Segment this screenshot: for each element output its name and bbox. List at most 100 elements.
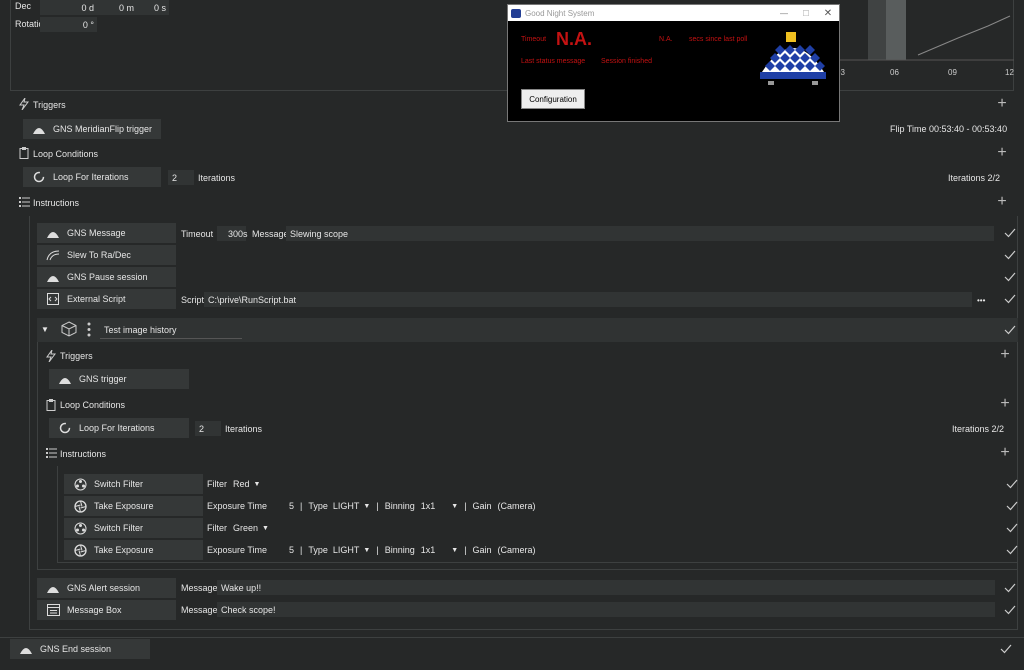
inner-right-border <box>1017 342 1018 570</box>
alert-message-input[interactable]: Wake up!! <box>217 580 995 595</box>
dome-foot-left <box>768 81 774 85</box>
lightning-icon <box>46 350 56 362</box>
script-path-input[interactable]: C:\prive\RunScript.bat <box>204 292 972 307</box>
aperture-icon <box>72 543 88 557</box>
gain-label: Gain <box>472 545 492 555</box>
separator: | <box>464 501 467 511</box>
slew-to-radec-item[interactable]: Slew To Ra/Dec <box>37 245 176 265</box>
filter-select[interactable]: Green ▼ <box>233 523 269 533</box>
trigger-name: GNS MeridianFlip trigger <box>53 124 153 134</box>
instruction-name: Switch Filter <box>94 523 144 533</box>
last-status-label: Last status message <box>521 58 586 65</box>
timeout-unit: s <box>243 229 248 239</box>
gns-end-session-item[interactable]: GNS End session <box>10 639 150 659</box>
inner-loop-count-input[interactable]: 2 <box>195 421 221 436</box>
timeout-value: N.A. <box>556 29 592 49</box>
close-icon[interactable]: ✕ <box>817 8 839 19</box>
type-label: Type <box>308 545 328 555</box>
app-icon <box>511 8 521 18</box>
container-title[interactable]: Test image history <box>104 325 177 335</box>
dome-base <box>760 72 826 79</box>
minimize-icon[interactable]: — <box>773 9 795 18</box>
check-icon <box>1004 604 1016 616</box>
external-script-item[interactable]: External Script <box>37 289 176 309</box>
chevron-down-icon: ▼ <box>363 502 371 510</box>
add-instruction-button[interactable]: + <box>996 194 1008 210</box>
gns-meridianflip-trigger-item[interactable]: GNS MeridianFlip trigger <box>23 119 161 139</box>
cube-icon <box>61 321 77 337</box>
check-icon <box>1004 582 1016 594</box>
message-field-label: Message <box>252 229 289 239</box>
filter-select[interactable]: Red ▼ <box>233 479 260 489</box>
switch-filter-item[interactable]: Switch Filter <box>64 518 203 538</box>
binning-select-value: 1x1 <box>420 501 436 511</box>
separator: | <box>300 545 303 555</box>
gain-input[interactable]: (Camera) <box>498 545 536 555</box>
good-night-system-dialog[interactable]: Good Night System — ☐ ✕ Timeout N.A. N.A… <box>507 4 840 122</box>
rotation-field[interactable]: 0 ° <box>40 17 97 32</box>
inner-instructions-bottom-border <box>57 562 1018 563</box>
inner-loop-for-iterations-item[interactable]: Loop For Iterations <box>49 418 189 438</box>
add-trigger-button[interactable]: + <box>996 96 1008 112</box>
separator: | <box>376 501 379 511</box>
gain-label: Gain <box>472 501 492 511</box>
gns-trigger-item[interactable]: GNS trigger <box>49 369 189 389</box>
chevron-down-icon: ▼ <box>253 480 261 488</box>
message-box-item[interactable]: Message Box <box>37 600 176 620</box>
add-condition-button[interactable]: + <box>996 145 1008 161</box>
check-icon <box>1006 478 1018 490</box>
filter-wheel-icon <box>72 522 88 534</box>
binning-select[interactable]: 1x1 ▼ <box>421 501 458 511</box>
dec-degrees-field[interactable]: 0 d <box>40 0 97 15</box>
collapse-icon[interactable]: ▼ <box>41 325 49 334</box>
binning-select[interactable]: 1x1 ▼ <box>421 545 458 555</box>
exposure-time-label: Exposure Time <box>207 545 268 555</box>
filter-select-value: Red <box>233 479 250 489</box>
instruction-name: Take Exposure <box>94 501 154 511</box>
take-exposure-item[interactable]: Take Exposure <box>64 496 203 516</box>
add-inner-condition-button[interactable]: + <box>999 396 1011 412</box>
loop-count-input[interactable]: 2 <box>168 170 194 185</box>
observatory-dome-icon <box>31 123 47 135</box>
type-select[interactable]: LIGHT ▼ <box>333 545 370 555</box>
exposure-time-input[interactable]: 5 <box>289 501 294 511</box>
browse-script-button[interactable]: ••• <box>977 296 985 305</box>
gns-pause-session-item[interactable]: GNS Pause session <box>37 267 176 287</box>
type-select-value: LIGHT <box>332 501 360 511</box>
filter-label: Filter <box>207 479 227 489</box>
gns-alert-session-item[interactable]: GNS Alert session <box>37 578 176 598</box>
check-icon <box>1004 227 1016 239</box>
configuration-button[interactable]: Configuration <box>521 89 585 109</box>
drag-handle-icon[interactable] <box>87 322 91 337</box>
switch-filter-item[interactable]: Switch Filter <box>64 474 203 494</box>
inner-instructions-left-border <box>57 466 58 563</box>
loop-for-iterations-item[interactable]: Loop For Iterations <box>23 167 161 187</box>
exposure-time-input[interactable]: 5 <box>289 545 294 555</box>
inner-triggers-header: Triggers <box>60 351 93 361</box>
message-input[interactable]: Slewing scope <box>286 226 994 241</box>
maximize-icon[interactable]: ☐ <box>795 9 817 18</box>
instruction-name: Take Exposure <box>94 545 154 555</box>
timeout-input[interactable]: 300 <box>217 226 246 241</box>
dec-minutes-field[interactable]: 0 m <box>95 0 137 15</box>
dec-seconds-value: 0 s <box>153 2 166 13</box>
binning-label: Binning <box>384 501 415 511</box>
dialog-titlebar[interactable]: Good Night System — ☐ ✕ <box>508 5 839 21</box>
type-select[interactable]: LIGHT ▼ <box>333 501 370 511</box>
script-path-value: C:\prive\RunScript.bat <box>208 294 297 305</box>
take-exposure-item[interactable]: Take Exposure <box>64 540 203 560</box>
inner-loop-conditions-header: Loop Conditions <box>60 400 126 410</box>
gain-input[interactable]: (Camera) <box>498 501 536 511</box>
dec-seconds-field[interactable]: 0 s <box>135 0 169 15</box>
add-inner-trigger-button[interactable]: + <box>999 347 1011 363</box>
add-inner-instruction-button[interactable]: + <box>999 445 1011 461</box>
msgbox-message-input[interactable]: Check scope! <box>217 602 995 617</box>
iterations-status: Iterations 2/2 <box>948 173 1001 183</box>
loop-name: Loop For Iterations <box>79 423 155 433</box>
chevron-down-icon: ▼ <box>363 546 371 554</box>
exposure-time-label: Exposure Time <box>207 501 268 511</box>
observatory-dome-icon <box>57 373 73 385</box>
dome-foot-right <box>812 81 818 85</box>
instructions-left-border <box>29 216 30 630</box>
gns-message-item[interactable]: GNS Message <box>37 223 176 243</box>
